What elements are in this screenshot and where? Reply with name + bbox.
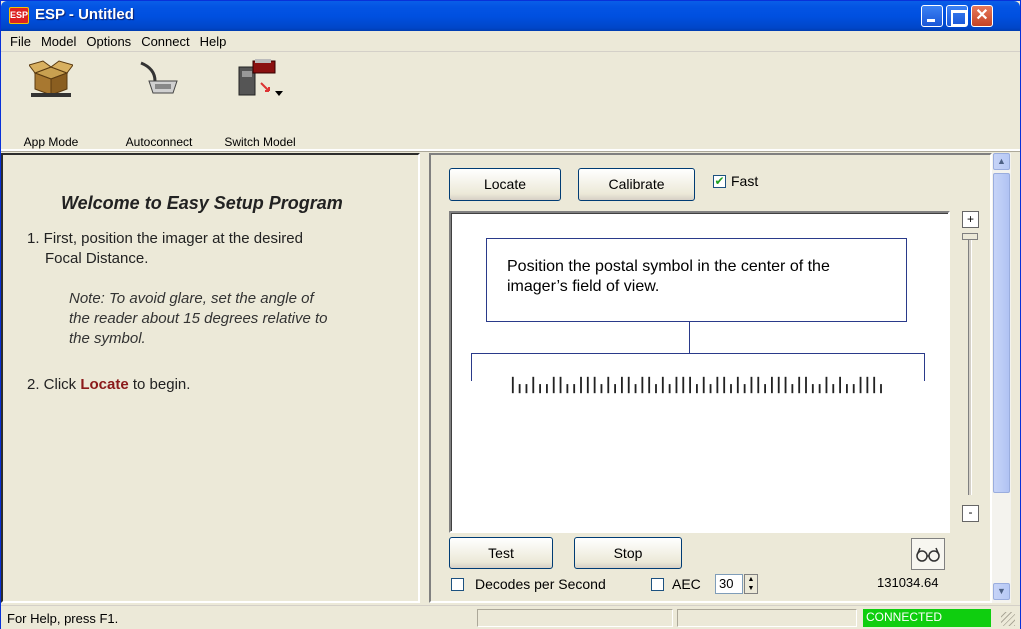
postal-barcode [511,376,882,394]
decodes-per-second-label: Decodes per Second [475,576,606,592]
switch-model-button[interactable]: Switch Model [207,55,313,149]
scroll-up-button[interactable]: ▲ [993,153,1010,170]
app-window: ESP ESP - Untitled ✕ File Model Options Con… [0,0,1021,629]
instructions-panel: Welcome to Easy Setup Program 1. First, … [1,153,420,603]
autoconnect-label: Autoconnect [125,135,193,149]
fast-label: Fast [731,173,759,189]
step-1-line-1: 1. First, position the imager at the des… [27,230,303,247]
aec-spinner[interactable]: ▲ ▼ [744,574,758,594]
close-button[interactable]: ✕ [971,5,993,27]
fast-checkbox[interactable]: ✔ [713,175,726,188]
aec-value-field[interactable]: 30 [715,574,743,594]
step-2-suffix: to begin. [128,376,191,393]
scroll-down-button[interactable]: ▼ [993,583,1010,600]
step-2-locate-word: Locate [80,376,129,393]
help-status-text: For Help, press F1. [7,611,119,626]
decodes-per-second-checkbox[interactable] [451,578,464,591]
callout-connector [689,322,690,354]
imager-display: Position the postal symbol in the center… [449,211,950,533]
connection-status-badge: CONNECTED [863,609,991,627]
note-line-1: Note: To avoid glare, set the angle of [69,290,314,307]
menu-help[interactable]: Help [195,31,232,52]
step-2-prefix: 2. Click [27,376,81,393]
imager-panel: Locate Calibrate ✔ Fast Position the pos… [429,153,992,603]
step-2: 2. Click Locate to begin. [27,375,190,395]
status-pane-1 [477,609,673,627]
title-bar[interactable]: ESP ESP - Untitled ✕ [1,1,1020,31]
menu-options[interactable]: Options [81,31,136,52]
zoom-in-button[interactable]: + [962,211,979,228]
zoom-slider-thumb[interactable] [962,233,978,240]
zoom-slider-track[interactable] [968,237,972,495]
vertical-scrollbar[interactable]: ▲ ▼ [992,153,1011,603]
welcome-heading: Welcome to Easy Setup Program [61,193,343,213]
box-icon [28,60,74,97]
switch-model-label: Switch Model [224,135,296,149]
status-pane-2 [677,609,857,627]
esp-app-icon[interactable]: ESP [9,7,29,24]
instruction-message: Position the postal symbol in the center… [486,238,907,322]
app-mode-button[interactable]: App Mode [9,55,93,149]
step-1-line-2: Focal Distance. [45,250,149,267]
menu-file[interactable]: File [5,31,36,52]
minimize-button[interactable] [921,5,943,27]
calibrate-button[interactable]: Calibrate [578,168,695,201]
app-mode-label: App Mode [23,135,79,149]
window-title: ESP - Untitled [35,6,134,23]
scanner-icon [238,59,283,96]
test-button[interactable]: Test [449,537,553,569]
autoconnect-button[interactable]: Autoconnect [113,55,205,149]
aec-label: AEC [672,576,701,592]
menu-bar: File Model Options Connect Help [1,31,1020,52]
coordinate-readout: 131034.64 [877,575,939,590]
scroll-thumb[interactable] [993,173,1010,493]
cable-connector-icon [140,61,178,94]
note-line-2: the reader about 15 degrees relative to [69,310,328,327]
status-bar: For Help, press F1. CONNECTED [1,605,1020,629]
locate-button[interactable]: Locate [449,168,561,201]
stop-button[interactable]: Stop [574,537,682,569]
menu-connect[interactable]: Connect [136,31,194,52]
zoom-out-button[interactable]: - [962,505,979,522]
toolbar: App Mode Autoconnect Switch Model [1,53,1020,151]
note-line-3: the symbol. [69,330,146,347]
glasses-icon[interactable] [911,538,945,570]
aec-checkbox[interactable] [651,578,664,591]
maximize-button[interactable] [946,5,968,27]
resize-grip[interactable] [1001,612,1015,626]
menu-model[interactable]: Model [36,31,81,52]
